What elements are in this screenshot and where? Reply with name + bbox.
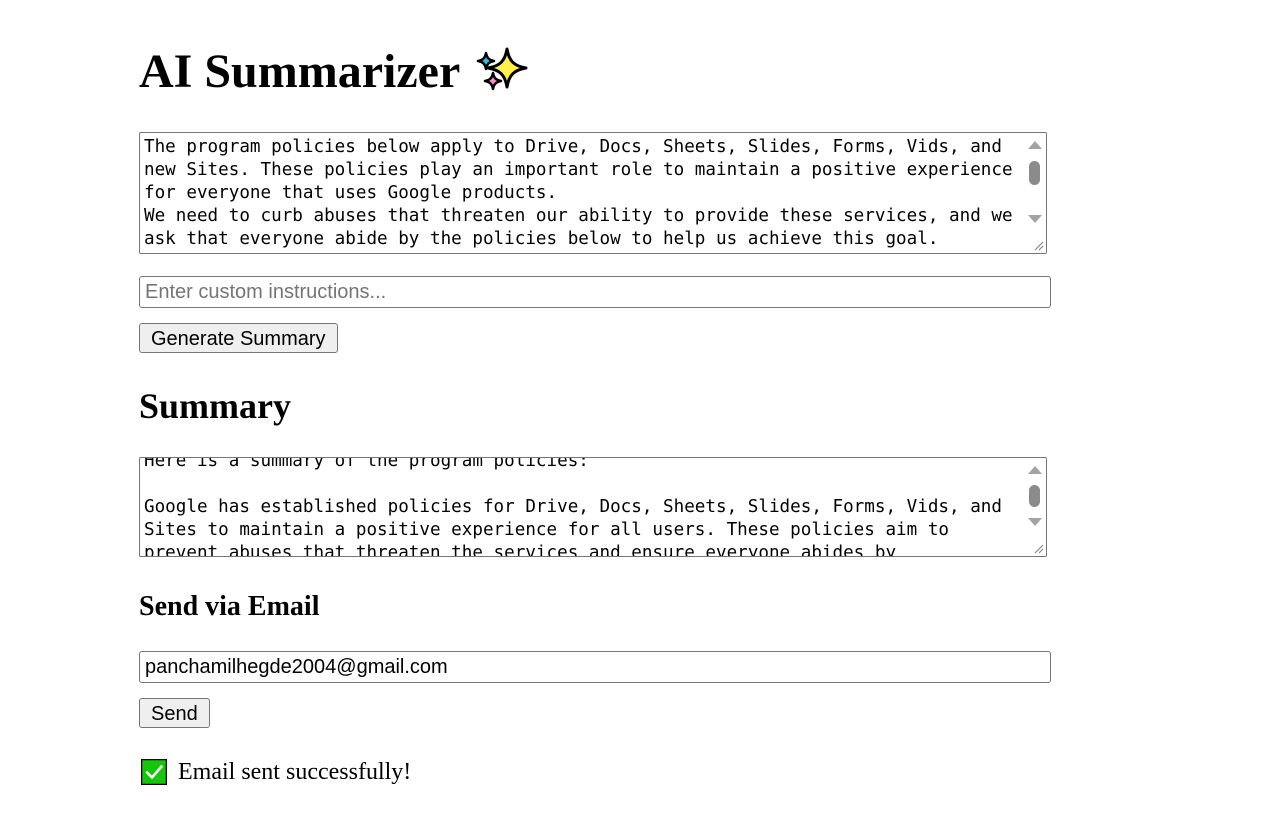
- status-text: Email sent successfully!: [178, 759, 412, 785]
- scroll-thumb[interactable]: [1029, 161, 1040, 185]
- source-textarea[interactable]: The program policies below apply to Driv…: [139, 132, 1047, 254]
- send-button[interactable]: Send: [139, 698, 210, 728]
- generate-summary-button[interactable]: Generate Summary: [139, 323, 338, 353]
- page-title: AI Summarizer: [139, 40, 532, 104]
- source-scrollbar[interactable]: [1023, 133, 1046, 253]
- summary-textarea[interactable]: Here is a summary of the program policie…: [139, 457, 1047, 557]
- sparkles-icon: [474, 43, 532, 101]
- status-message: Email sent successfully!: [140, 757, 412, 787]
- resize-grip-icon[interactable]: [1032, 239, 1044, 251]
- scroll-down-arrow-icon[interactable]: [1028, 215, 1042, 223]
- resize-grip-icon[interactable]: [1032, 542, 1044, 554]
- scroll-thumb[interactable]: [1029, 485, 1040, 507]
- send-via-email-heading: Send via Email: [139, 591, 320, 622]
- custom-instructions-input[interactable]: Enter custom instructions...: [139, 276, 1051, 308]
- summary-heading: Summary: [139, 386, 291, 426]
- scroll-up-arrow-icon[interactable]: [1028, 141, 1042, 149]
- summary-text: Here is a summary of the program policie…: [144, 457, 1002, 557]
- scroll-down-arrow-icon[interactable]: [1028, 518, 1042, 526]
- source-text: The program policies below apply to Driv…: [144, 137, 1013, 249]
- email-input[interactable]: panchamilhegde2004@gmail.com: [139, 651, 1051, 683]
- page-title-text: AI Summarizer: [139, 45, 461, 98]
- scroll-up-arrow-icon[interactable]: [1028, 466, 1042, 474]
- check-mark-icon: [140, 758, 168, 786]
